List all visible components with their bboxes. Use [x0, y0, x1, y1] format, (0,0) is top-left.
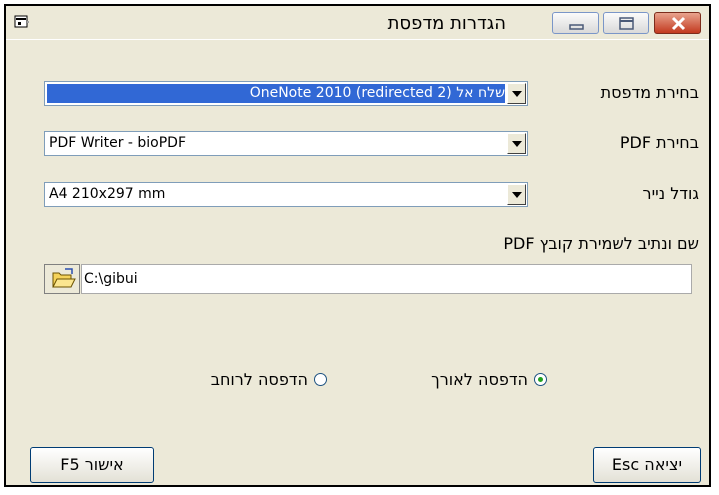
app-icon — [14, 15, 29, 28]
printer-select-value: שלח אל OneNote 2010 (redirected 2) — [47, 84, 505, 103]
close-icon — [671, 16, 686, 31]
open-folder-icon — [52, 268, 76, 288]
minimize-icon — [569, 24, 584, 30]
printer-label: בחירת מדפסת — [600, 83, 699, 102]
printer-select[interactable]: שלח אל OneNote 2010 (redirected 2) — [44, 81, 528, 106]
minimize-button[interactable] — [552, 12, 599, 34]
portrait-radio[interactable] — [534, 373, 547, 386]
save-path-input[interactable]: C:\gibui — [81, 264, 692, 294]
landscape-option[interactable]: הדפסה לרוחב — [211, 370, 327, 389]
portrait-option[interactable]: הדפסה לאורך — [431, 370, 547, 389]
pdf-dropdown-arrow[interactable] — [507, 133, 526, 154]
paper-size-label: גודל נייר — [642, 184, 699, 203]
pdf-select-value: PDF Writer - bioPDF — [49, 135, 187, 151]
window-title: הגדרות מדפסת — [387, 13, 506, 34]
pdf-select[interactable]: PDF Writer - bioPDF — [44, 131, 528, 156]
paper-size-select[interactable]: A4 210x297 mm — [44, 182, 528, 207]
browse-folder-button[interactable] — [44, 264, 80, 294]
title-bar[interactable]: הגדרות מדפסת — [6, 6, 709, 40]
exit-button[interactable]: יציאה Esc — [593, 447, 701, 483]
maximize-icon — [619, 17, 634, 30]
save-path-label: שם ונתיב לשמירת קובץ PDF — [503, 234, 699, 253]
printer-settings-window: הגדרות מדפסת בחירת מדפסת שלח אל OneNote … — [4, 4, 711, 487]
landscape-radio[interactable] — [314, 373, 327, 386]
pdf-label: בחירת PDF — [619, 133, 699, 152]
paper-size-dropdown-arrow[interactable] — [507, 184, 526, 205]
landscape-label: הדפסה לרוחב — [210, 370, 308, 389]
paper-size-value: A4 210x297 mm — [49, 186, 166, 202]
portrait-label: הדפסה לאורך — [431, 370, 528, 389]
maximize-button[interactable] — [603, 12, 649, 34]
ok-button[interactable]: אישור F5 — [30, 447, 154, 483]
printer-dropdown-arrow[interactable] — [507, 83, 526, 104]
close-button[interactable] — [654, 12, 701, 34]
